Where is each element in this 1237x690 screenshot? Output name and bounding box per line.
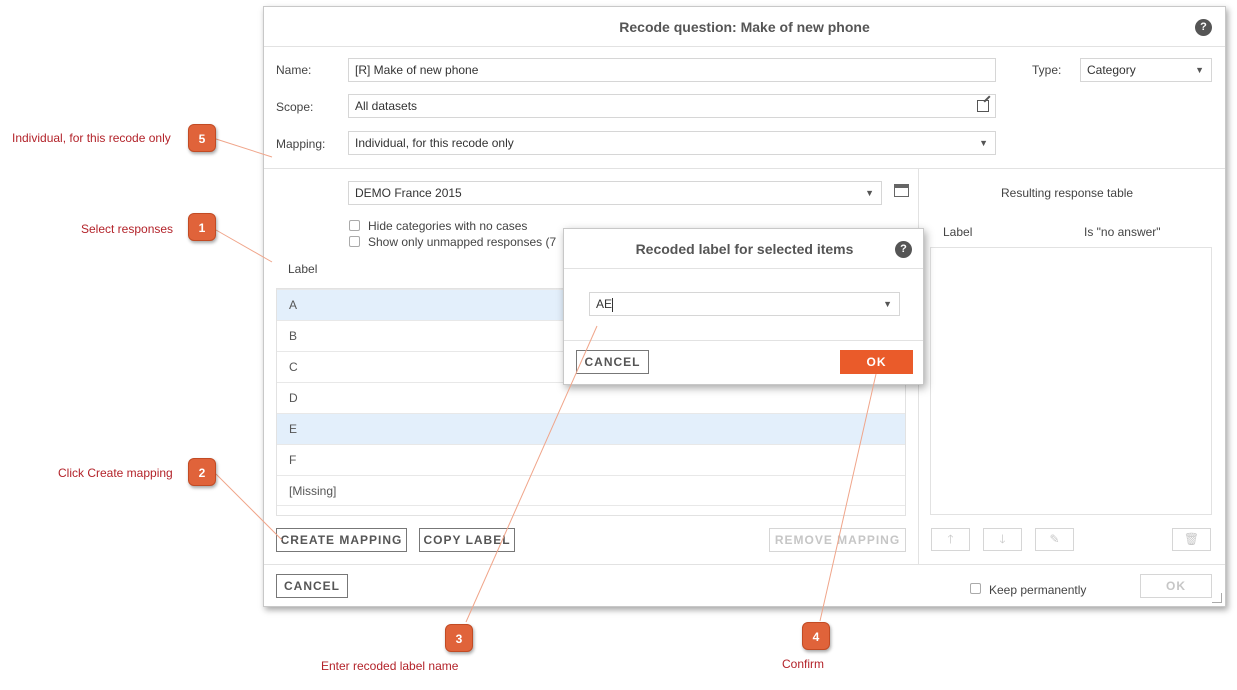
callout-text: Click Create mapping: [58, 466, 173, 480]
hide-categories-label: Hide categories with no cases: [368, 219, 528, 233]
chevron-down-icon: ▼: [979, 138, 988, 148]
mapping-label: Mapping:: [276, 137, 326, 151]
resize-handle-icon[interactable]: [1212, 593, 1222, 603]
help-icon[interactable]: ?: [895, 241, 912, 258]
edit-icon[interactable]: [977, 100, 989, 112]
dataset-select[interactable]: DEMO France 2015 ▼: [348, 181, 882, 205]
popup-footer-divider: [564, 340, 923, 341]
show-unmapped-label: Show only unmapped responses (7: [368, 235, 557, 249]
move-down-icon[interactable]: 🡓: [983, 528, 1022, 551]
popup-title: Recoded label for selected items: [635, 241, 854, 257]
list-item[interactable]: D: [277, 382, 905, 413]
recoded-label-input[interactable]: AE ▼: [589, 292, 900, 316]
type-label: Type:: [1032, 63, 1062, 77]
copy-label-button[interactable]: COPY LABEL: [419, 528, 515, 552]
cancel-button[interactable]: CANCEL: [276, 574, 348, 598]
footer-divider: [264, 564, 1225, 565]
result-no-answer-header: Is "no answer": [1084, 225, 1161, 239]
recoded-label-popup: Recoded label for selected items ? AE ▼ …: [563, 228, 924, 385]
dataset-value: DEMO France 2015: [355, 186, 462, 200]
chevron-down-icon: ▼: [1195, 65, 1204, 75]
dialog-title: Recode question: Make of new phone: [264, 7, 1225, 47]
popup-ok-button[interactable]: OK: [840, 350, 913, 374]
callout-badge: 5: [188, 124, 216, 152]
callout-badge: 2: [188, 458, 216, 486]
keep-permanently-label: Keep permanently: [989, 583, 1087, 597]
name-input[interactable]: [R] Make of new phone: [348, 58, 996, 82]
pencil-icon[interactable]: ✎: [1035, 528, 1074, 551]
callout-text: Individual, for this recode only: [12, 131, 171, 145]
create-mapping-button[interactable]: CREATE MAPPING: [276, 528, 407, 552]
move-up-icon[interactable]: 🡑: [931, 528, 970, 551]
recoded-label-value: AE: [596, 297, 613, 311]
resulting-response-table: [930, 247, 1212, 515]
resulting-table-title: Resulting response table: [1001, 186, 1134, 200]
mapping-select[interactable]: Individual, for this recode only ▼: [348, 131, 996, 155]
show-unmapped-checkbox[interactable]: [349, 236, 360, 247]
list-item[interactable]: [Missing]: [277, 475, 905, 506]
scope-label: Scope:: [276, 100, 314, 114]
label-column-header: Label: [288, 262, 318, 276]
name-label: Name:: [276, 63, 312, 77]
open-window-icon[interactable]: [894, 184, 909, 197]
callout-text: Confirm: [782, 657, 825, 671]
help-icon[interactable]: ?: [1195, 19, 1212, 36]
list-item[interactable]: F: [277, 444, 905, 475]
callout-badge: 1: [188, 213, 216, 241]
list-item[interactable]: E: [277, 413, 905, 444]
header-divider: [264, 168, 1225, 169]
chevron-down-icon: ▼: [865, 188, 874, 198]
callout-text: Enter recoded label name: [321, 659, 459, 673]
mapping-value: Individual, for this recode only: [355, 136, 514, 150]
keep-permanently-checkbox[interactable]: [970, 583, 981, 594]
type-select[interactable]: Category ▼: [1080, 58, 1212, 82]
popup-cancel-button[interactable]: CANCEL: [576, 350, 649, 374]
scope-value: All datasets: [355, 99, 418, 113]
scope-field[interactable]: All datasets: [348, 94, 996, 118]
callout-text: Select responses: [81, 222, 174, 236]
callout-badge: 4: [802, 622, 830, 650]
trash-icon[interactable]: 🗑: [1172, 528, 1211, 551]
result-label-header: Label: [943, 225, 973, 239]
remove-mapping-button[interactable]: REMOVE MAPPING: [769, 528, 906, 552]
hide-categories-checkbox[interactable]: [349, 220, 360, 231]
name-value: [R] Make of new phone: [355, 63, 479, 77]
popup-header-divider: [564, 268, 923, 269]
type-value: Category: [1087, 63, 1136, 77]
callout-badge: 3: [445, 624, 473, 652]
chevron-down-icon: ▼: [883, 299, 892, 309]
ok-button[interactable]: OK: [1140, 574, 1212, 598]
